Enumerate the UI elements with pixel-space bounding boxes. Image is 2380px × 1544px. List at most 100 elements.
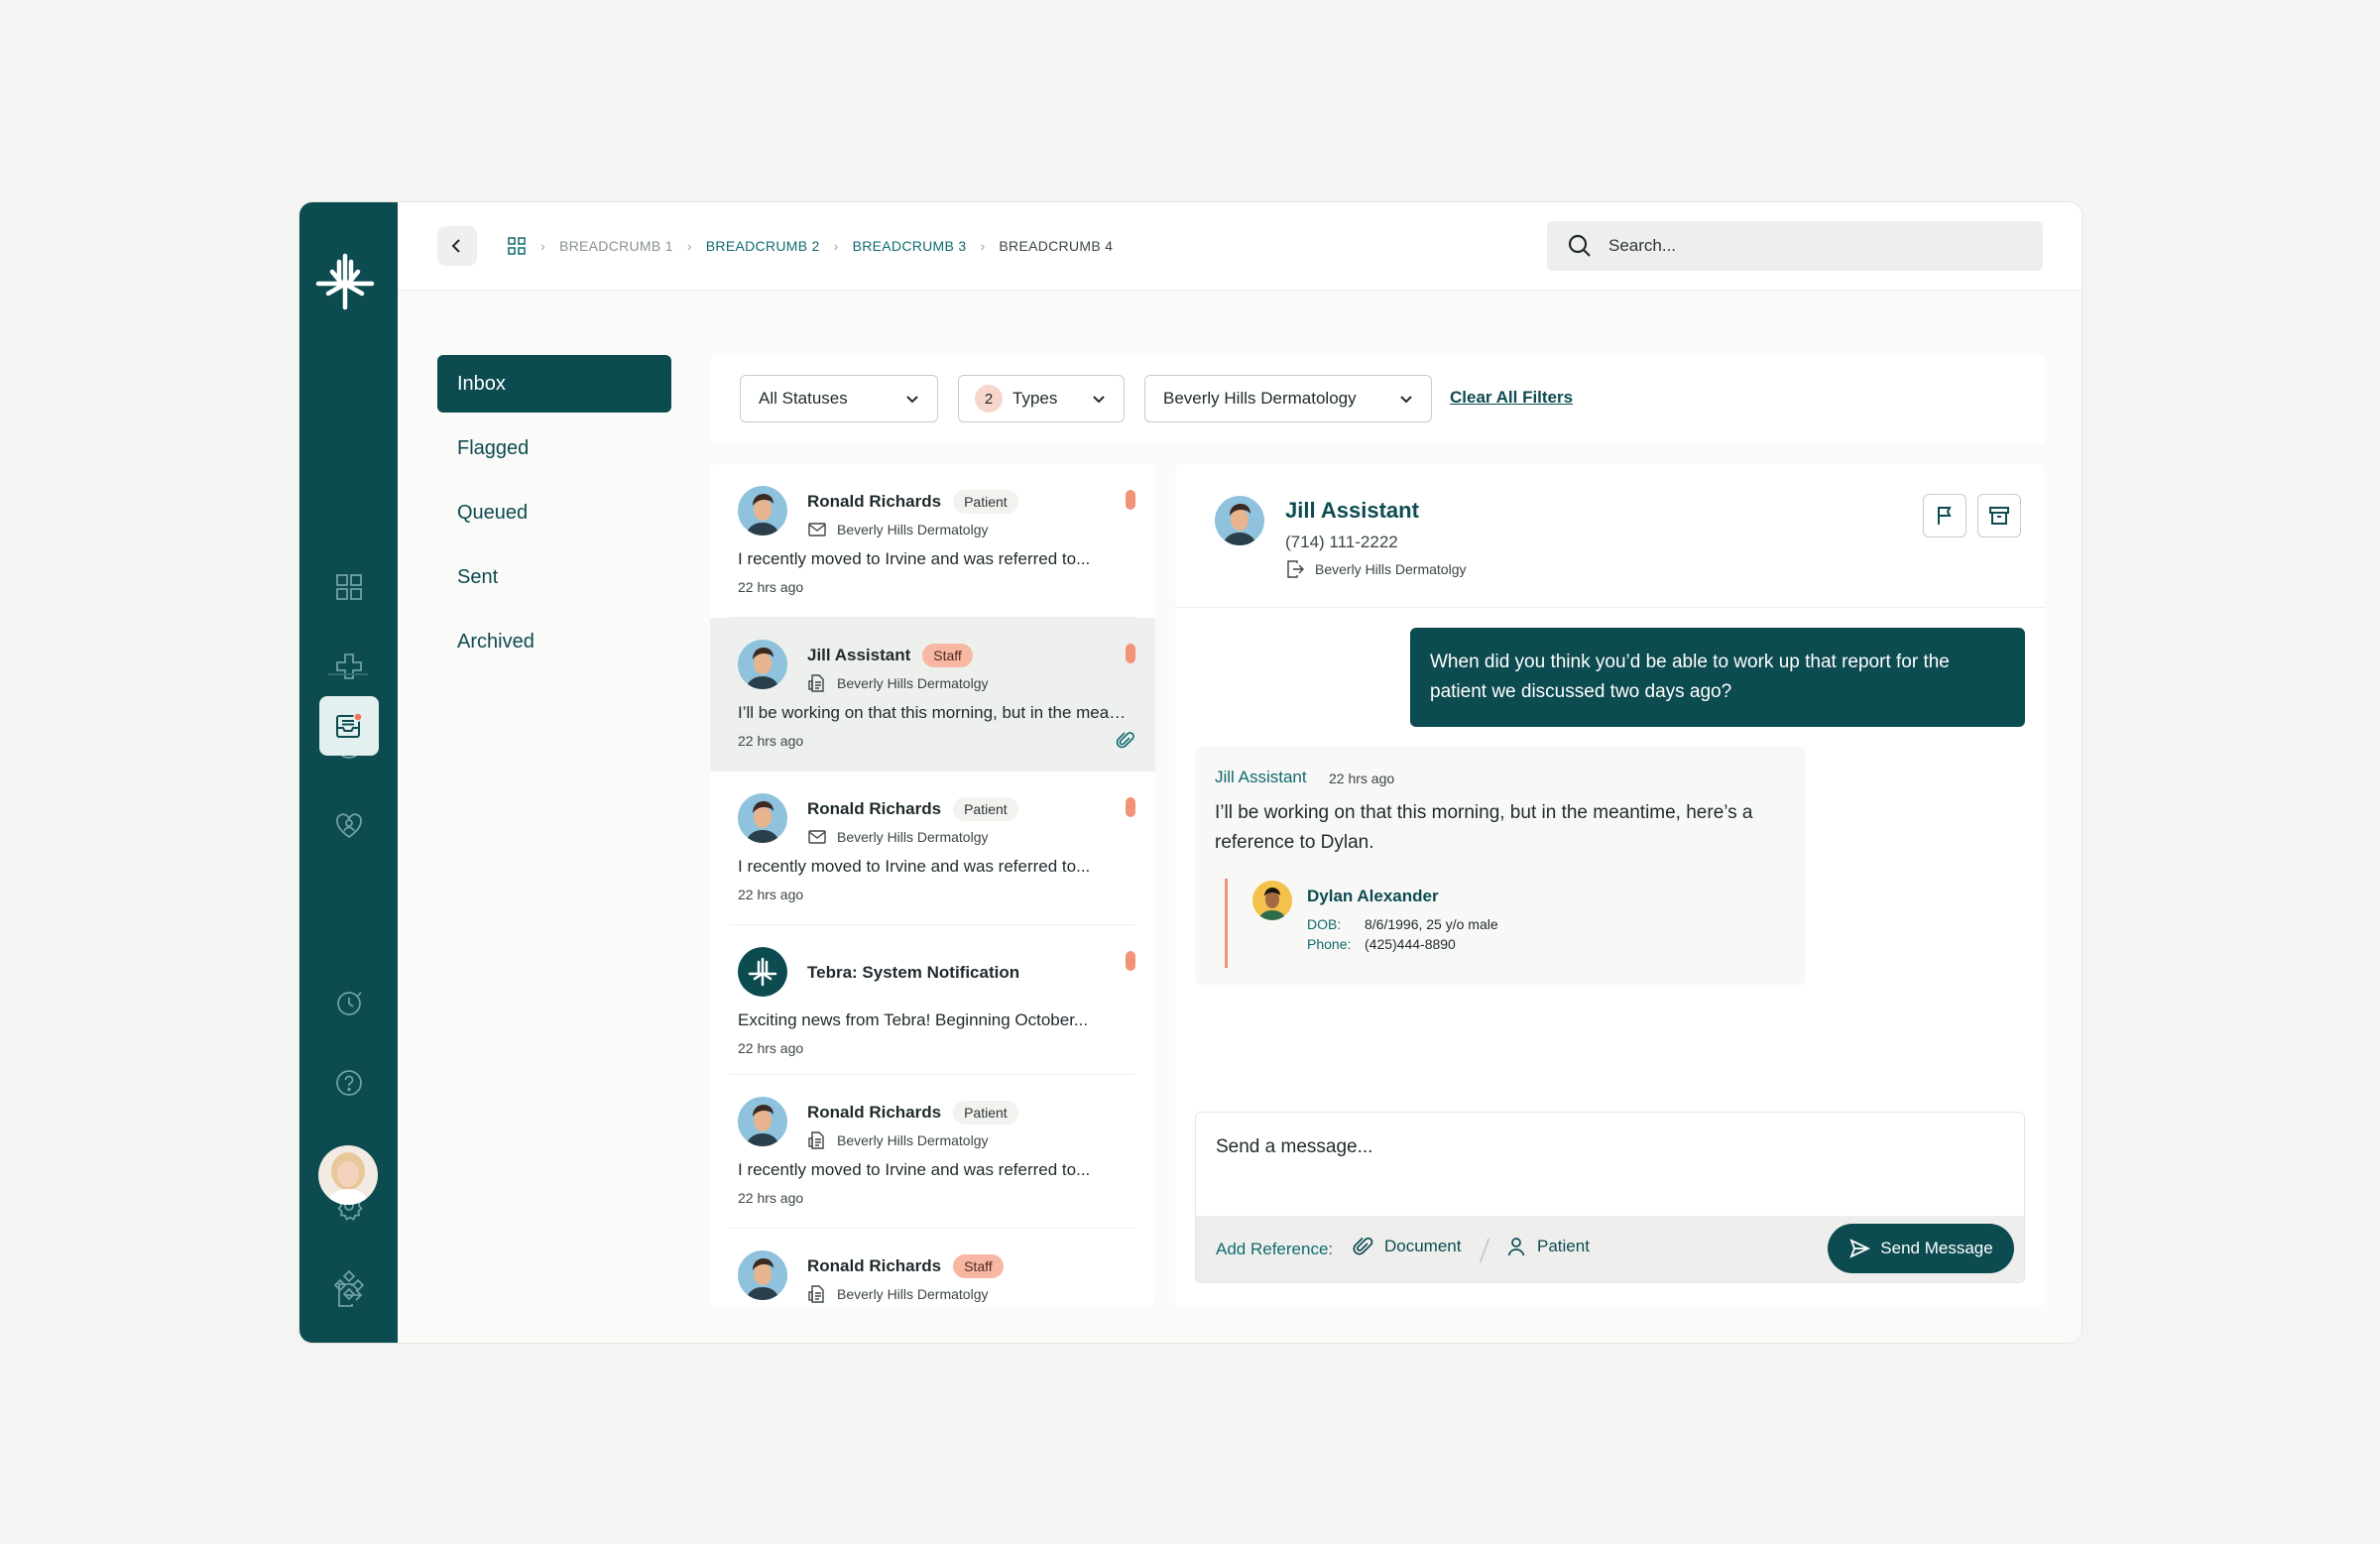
message-preview: I’ll be working on that this morning, bu… — [738, 703, 1134, 722]
organization: Beverly Hills Dermatolgy — [807, 673, 988, 693]
sender-row: Ronald Richards Patient — [807, 1101, 1018, 1125]
sender-row: Ronald Richards Patient — [807, 490, 1018, 514]
clear-filters-link[interactable]: Clear All Filters — [1450, 388, 1573, 408]
archive-button[interactable] — [1977, 494, 2021, 537]
chevron-right-icon: › — [540, 238, 545, 254]
organization-name: Beverly Hills Dermatolgy — [837, 522, 989, 537]
list-item[interactable]: Ronald Richards Patient Beverly Hills De… — [730, 464, 1135, 618]
fax-document-icon — [808, 1285, 824, 1303]
man-portrait-icon — [1252, 881, 1292, 920]
sender-name: Ronald Richards — [807, 492, 942, 511]
patient-reference-card[interactable]: Dylan Alexander DOB: 8/6/1996, 25 y/o ma… — [1225, 879, 1555, 968]
inbox-notification-icon — [336, 712, 363, 738]
outgoing-message: When did you think you’d be able to work… — [1410, 628, 2025, 727]
organization: Beverly Hills Dermatolgy — [807, 827, 988, 847]
unread-indicator — [1126, 644, 1135, 663]
help-nav[interactable] — [319, 1053, 379, 1113]
search-box — [1547, 221, 2043, 271]
chevron-right-icon: › — [686, 238, 692, 254]
unread-indicator — [1126, 797, 1135, 817]
folder-queued[interactable]: Queued — [437, 484, 671, 541]
list-item[interactable]: Ronald Richards Patient Beverly Hills De… — [730, 1075, 1135, 1229]
contact-phone: (714) 111-2222 — [1285, 533, 1398, 551]
message-composer: Add Reference: Document Patient Send Mes… — [1195, 1112, 2025, 1283]
sender-name: Ronald Richards — [807, 799, 942, 818]
contact-name: Jill Assistant — [1285, 498, 1419, 523]
top-bar: › BREADCRUMB 1 › BREADCRUMB 2 › BREADCRU… — [398, 202, 2082, 291]
back-button[interactable] — [437, 226, 477, 266]
add-patient-button[interactable]: Patient — [1505, 1236, 1590, 1257]
man-portrait-icon — [738, 1097, 787, 1146]
avatar — [738, 793, 787, 843]
organization-name: Beverly Hills Dermatolgy — [837, 675, 989, 691]
folder-archived[interactable]: Archived — [437, 613, 671, 670]
incoming-time: 22 hrs ago — [1329, 771, 1395, 786]
tebra-system-icon — [738, 947, 787, 997]
breadcrumb-1[interactable]: BREADCRUMB 1 — [559, 238, 673, 254]
conversation-panel: Jill Assistant (714) 111-2222 Beverly Hi… — [1175, 464, 2045, 1307]
document-label: Document — [1384, 1237, 1462, 1255]
reports-nav[interactable] — [319, 974, 379, 1033]
breadcrumb: › BREADCRUMB 1 › BREADCRUMB 2 › BREADCRU… — [507, 226, 1113, 266]
clinical-nav[interactable] — [319, 637, 379, 696]
message-input[interactable] — [1196, 1113, 2024, 1216]
avatar — [738, 1097, 787, 1146]
dashboard-nav[interactable] — [319, 557, 379, 617]
messages-nav[interactable] — [319, 696, 379, 756]
breadcrumb-4: BREADCRUMB 4 — [999, 238, 1114, 254]
flag-button[interactable] — [1923, 494, 1966, 537]
staff-tag: Staff — [953, 1254, 1004, 1278]
chevron-down-icon — [1093, 396, 1105, 404]
mail-icon — [808, 523, 826, 536]
chevron-right-icon: › — [833, 238, 839, 254]
paperclip-icon — [1353, 1237, 1373, 1255]
breadcrumb-2[interactable]: BREADCRUMB 2 — [706, 238, 820, 254]
breadcrumb-3[interactable]: BREADCRUMB 3 — [853, 238, 967, 254]
sender-name: Ronald Richards — [807, 1256, 942, 1275]
man-portrait-icon — [738, 1250, 787, 1300]
unread-indicator — [1126, 951, 1135, 971]
patient-engagement-nav[interactable] — [319, 795, 379, 855]
grid-icon[interactable] — [507, 236, 527, 256]
mail-icon — [808, 830, 826, 844]
message-time: 22 hrs ago — [738, 579, 804, 595]
search-input[interactable] — [1606, 235, 2027, 257]
archive-icon — [1989, 507, 2009, 525]
list-item[interactable]: Tebra: System Notification Exciting news… — [730, 925, 1135, 1075]
folder-inbox[interactable]: Inbox — [437, 355, 671, 413]
send-message-button[interactable]: Send Message — [1828, 1224, 2014, 1273]
composer-footer: Add Reference: Document Patient Send Mes… — [1196, 1216, 2024, 1282]
message-time: 22 hrs ago — [738, 733, 804, 749]
types-filter-label: Types — [1012, 389, 1058, 408]
chevron-left-icon — [451, 239, 460, 253]
list-item[interactable]: Ronald Richards Patient Beverly Hills De… — [730, 772, 1135, 925]
location-filter[interactable]: Beverly Hills Dermatology — [1144, 375, 1432, 422]
sender-name: Jill Assistant — [807, 646, 911, 664]
patient-tag: Patient — [953, 797, 1018, 821]
list-item[interactable]: Ronald Richards Staff Beverly Hills Derm… — [730, 1229, 1135, 1307]
status-filter-label: All Statuses — [759, 389, 848, 408]
send-icon — [1849, 1239, 1871, 1258]
fax-document-icon — [808, 674, 824, 692]
user-avatar[interactable] — [318, 1145, 378, 1205]
man-portrait-icon — [738, 793, 787, 843]
contact-organization-name: Beverly Hills Dermatolgy — [1315, 561, 1467, 577]
types-filter[interactable]: 2 Types — [958, 375, 1125, 422]
avatar — [1252, 881, 1292, 920]
logout-icon — [338, 1283, 363, 1307]
logout-button[interactable] — [319, 1265, 379, 1325]
folder-list: Inbox Flagged Queued Sent Archived — [437, 355, 671, 677]
status-filter[interactable]: All Statuses — [740, 375, 938, 422]
man-portrait-icon — [1215, 496, 1264, 545]
message-preview: I recently moved to Irvine and was refer… — [738, 857, 1091, 876]
patient-tag: Patient — [953, 490, 1018, 514]
message-list: Ronald Richards Patient Beverly Hills De… — [710, 464, 1155, 1307]
folder-flagged[interactable]: Flagged — [437, 419, 671, 477]
man-portrait-icon — [738, 486, 787, 535]
avatar — [738, 486, 787, 535]
list-item-selected[interactable]: Jill Assistant Staff Beverly Hills Derma… — [710, 618, 1155, 772]
add-document-button[interactable]: Document — [1353, 1236, 1461, 1257]
staff-tag: Staff — [922, 644, 973, 667]
location-filter-label: Beverly Hills Dermatology — [1163, 389, 1357, 408]
folder-sent[interactable]: Sent — [437, 548, 671, 606]
